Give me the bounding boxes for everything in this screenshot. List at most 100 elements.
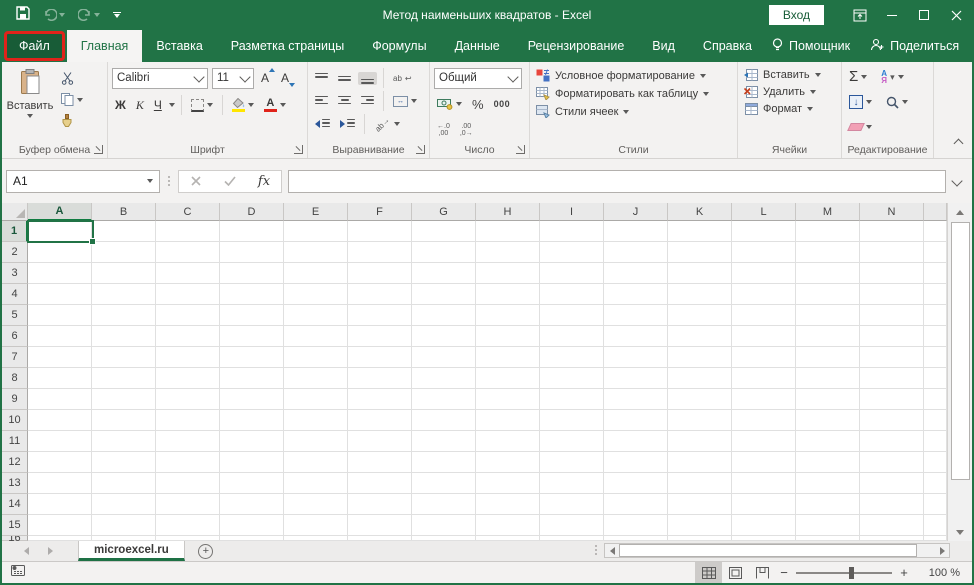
- sort-filter-dropdown-icon[interactable]: [897, 75, 904, 79]
- horizontal-scroll-track[interactable]: [917, 544, 935, 557]
- borders-button[interactable]: [188, 98, 216, 113]
- cell-B3[interactable]: [92, 263, 156, 284]
- cell-H8[interactable]: [476, 368, 540, 389]
- align-bottom-button[interactable]: [358, 71, 377, 85]
- wrap-text-button[interactable]: ab ↩: [390, 73, 415, 84]
- cell-C2[interactable]: [156, 242, 220, 263]
- decrease-font-button[interactable]: А: [278, 70, 296, 87]
- cell-G7[interactable]: [412, 347, 476, 368]
- redo-dropdown-icon[interactable]: [94, 13, 100, 17]
- cell-F10[interactable]: [348, 410, 412, 431]
- paste-dropdown-icon[interactable]: [27, 114, 33, 118]
- cell-M2[interactable]: [796, 242, 860, 263]
- cell-B2[interactable]: [92, 242, 156, 263]
- cell-C3[interactable]: [156, 263, 220, 284]
- cell-partial-3[interactable]: [924, 263, 947, 284]
- find-dropdown-icon[interactable]: [902, 100, 908, 104]
- column-header-D[interactable]: D: [220, 203, 284, 221]
- cell-B7[interactable]: [92, 347, 156, 368]
- cell-partial-6[interactable]: [924, 326, 947, 347]
- cell-F12[interactable]: [348, 452, 412, 473]
- cell-L11[interactable]: [732, 431, 796, 452]
- sheet-tab-active[interactable]: microexcel.ru: [78, 541, 185, 561]
- row-header-6[interactable]: 6: [2, 326, 28, 347]
- cell-partial-13[interactable]: [924, 473, 947, 494]
- cell-A9[interactable]: [28, 389, 92, 410]
- cell-N7[interactable]: [860, 347, 924, 368]
- cell-G3[interactable]: [412, 263, 476, 284]
- font-size-select[interactable]: 11: [212, 67, 254, 89]
- autosum-dropdown-icon[interactable]: [861, 75, 868, 79]
- cell-B15[interactable]: [92, 515, 156, 536]
- cell-D5[interactable]: [220, 305, 284, 326]
- cell-G4[interactable]: [412, 284, 476, 305]
- cell-I1[interactable]: [540, 221, 604, 242]
- cell-B9[interactable]: [92, 389, 156, 410]
- merge-dropdown-icon[interactable]: [411, 99, 417, 103]
- cell-C11[interactable]: [156, 431, 220, 452]
- horizontal-scrollbar[interactable]: [604, 543, 950, 558]
- formula-input[interactable]: [288, 169, 946, 193]
- decrease-decimal-button[interactable]: .00,0→: [457, 122, 476, 138]
- column-header-A[interactable]: A: [28, 203, 92, 221]
- cell-M9[interactable]: [796, 389, 860, 410]
- column-header-I[interactable]: I: [540, 203, 604, 221]
- scroll-down-icon[interactable]: [948, 523, 972, 541]
- cell-D6[interactable]: [220, 326, 284, 347]
- decrease-indent-button[interactable]: [312, 118, 333, 131]
- increase-indent-button[interactable]: [337, 118, 358, 131]
- cell-K9[interactable]: [668, 389, 732, 410]
- increase-font-button[interactable]: А: [258, 68, 276, 86]
- cell-H15[interactable]: [476, 515, 540, 536]
- cell-I10[interactable]: [540, 410, 604, 431]
- cell-J6[interactable]: [604, 326, 668, 347]
- cell-H7[interactable]: [476, 347, 540, 368]
- column-header-N[interactable]: N: [860, 203, 924, 221]
- cell-I11[interactable]: [540, 431, 604, 452]
- cell-L3[interactable]: [732, 263, 796, 284]
- cell-D1[interactable]: [220, 221, 284, 242]
- cell-B13[interactable]: [92, 473, 156, 494]
- cell-D10[interactable]: [220, 410, 284, 431]
- cell-partial-2[interactable]: [924, 242, 947, 263]
- cell-M6[interactable]: [796, 326, 860, 347]
- tab-insert[interactable]: Вставка: [142, 30, 216, 62]
- cell-K6[interactable]: [668, 326, 732, 347]
- cell-A10[interactable]: [28, 410, 92, 431]
- cell-A5[interactable]: [28, 305, 92, 326]
- underline-dropdown-icon[interactable]: [168, 103, 175, 107]
- cell-styles-button[interactable]: Стили ячеек: [534, 104, 733, 119]
- cell-G13[interactable]: [412, 473, 476, 494]
- cell-partial-7[interactable]: [924, 347, 947, 368]
- cell-partial-10[interactable]: [924, 410, 947, 431]
- cell-partial-11[interactable]: [924, 431, 947, 452]
- cell-partial-4[interactable]: [924, 284, 947, 305]
- clipboard-dialog-launcher-icon[interactable]: [94, 145, 103, 154]
- cell-L1[interactable]: [732, 221, 796, 242]
- column-header-M[interactable]: M: [796, 203, 860, 221]
- view-page-layout-button[interactable]: [722, 562, 749, 583]
- maximize-button[interactable]: [908, 0, 940, 30]
- zoom-slider[interactable]: [796, 566, 892, 579]
- cell-J2[interactable]: [604, 242, 668, 263]
- cell-F9[interactable]: [348, 389, 412, 410]
- cell-G6[interactable]: [412, 326, 476, 347]
- cell-C6[interactable]: [156, 326, 220, 347]
- view-page-break-button[interactable]: [749, 562, 776, 583]
- column-header-C[interactable]: C: [156, 203, 220, 221]
- cell-L10[interactable]: [732, 410, 796, 431]
- cell-K3[interactable]: [668, 263, 732, 284]
- minimize-button[interactable]: [876, 0, 908, 30]
- cell-E8[interactable]: [284, 368, 348, 389]
- scroll-right-icon[interactable]: [935, 544, 949, 557]
- add-sheet-button[interactable]: +: [185, 541, 227, 561]
- find-select-button[interactable]: [883, 95, 911, 110]
- cell-K8[interactable]: [668, 368, 732, 389]
- cell-H4[interactable]: [476, 284, 540, 305]
- row-header-3[interactable]: 3: [2, 263, 28, 284]
- format-as-table-button[interactable]: Форматировать как таблицу: [534, 86, 733, 101]
- vertical-scroll-thumb[interactable]: [950, 222, 970, 480]
- cell-K12[interactable]: [668, 452, 732, 473]
- cell-F13[interactable]: [348, 473, 412, 494]
- cell-J1[interactable]: [604, 221, 668, 242]
